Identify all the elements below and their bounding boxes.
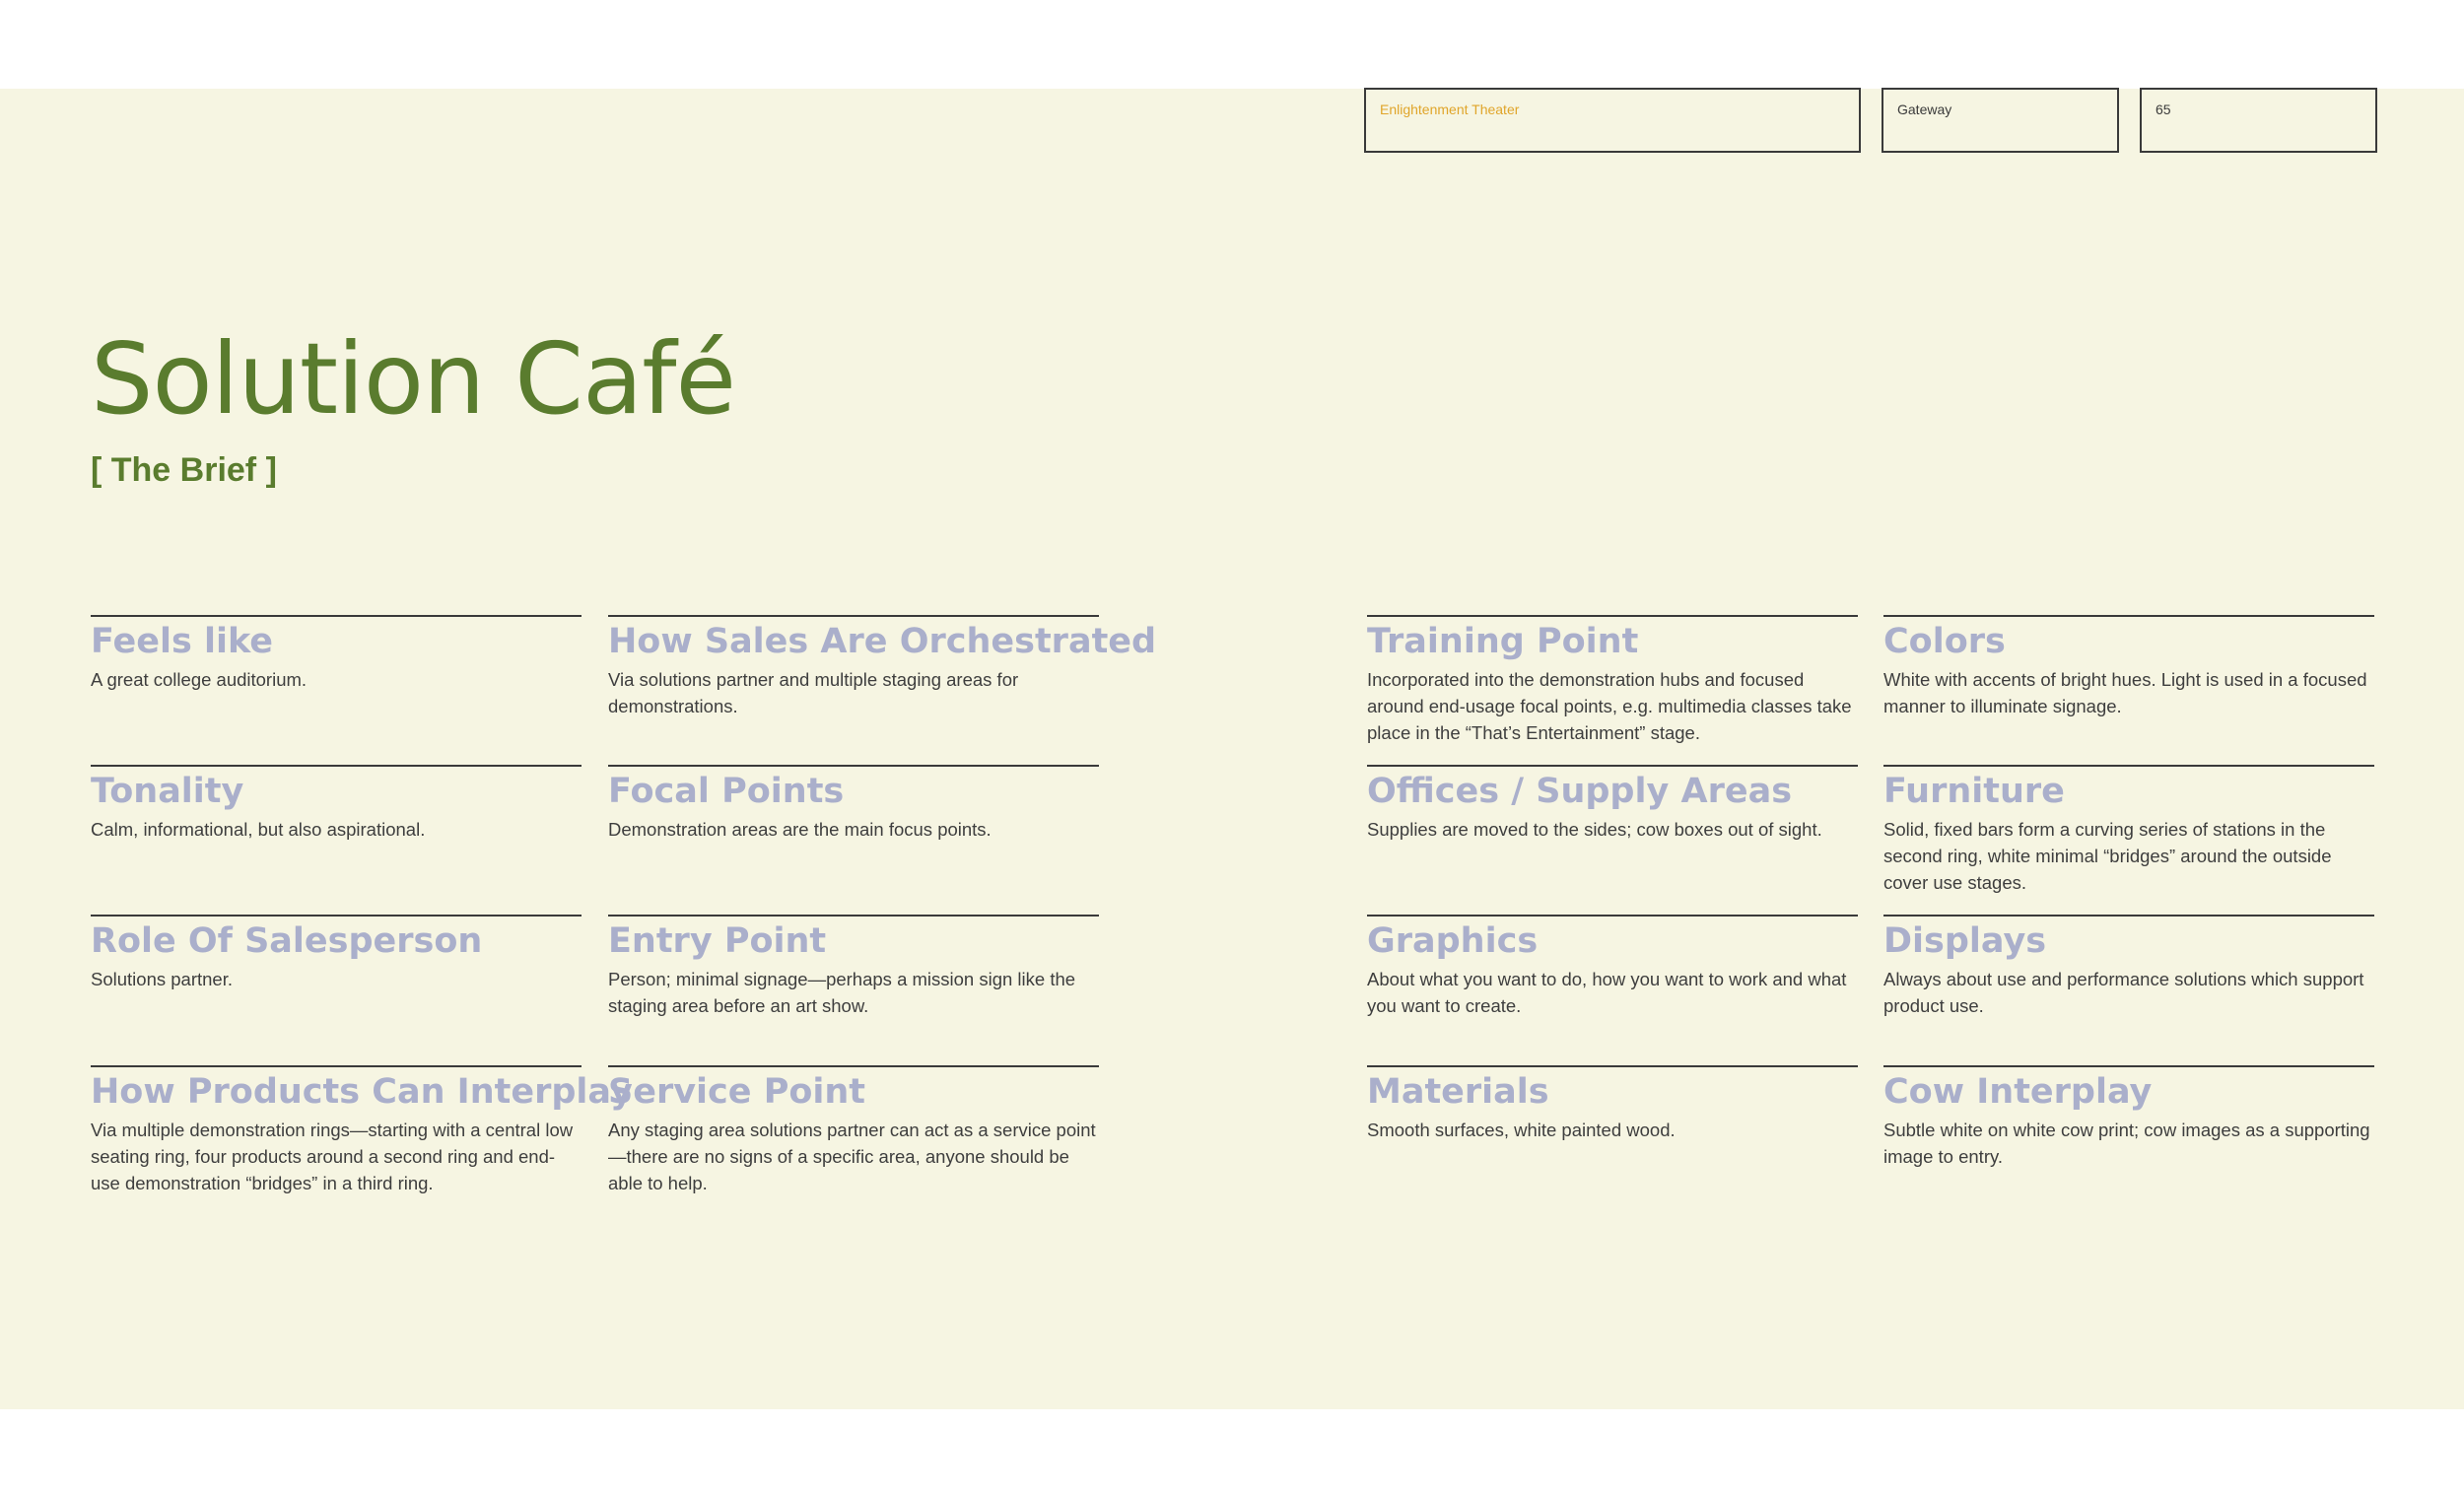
brief-item-body: Always about use and performance solutio… bbox=[1883, 969, 2364, 1016]
brief-item-body: Subtle white on white cow print; cow ima… bbox=[1883, 1120, 2370, 1167]
brief-item-furniture: Furniture Solid, fixed bars form a curvi… bbox=[1883, 765, 2374, 896]
brief-item-heading: Materials bbox=[1367, 1072, 1549, 1112]
brief-item-body: Supplies are moved to the sides; cow box… bbox=[1367, 819, 1822, 840]
brief-item-heading: Offices / Supply Areas bbox=[1367, 772, 1793, 811]
brief-item-body: Solid, fixed bars form a curving series … bbox=[1883, 819, 2332, 893]
brief-item-how-sales-are-orchestrated: How Sales Are Orchestrated Via solutions… bbox=[608, 615, 1157, 719]
brief-item-heading: How Sales Are Orchestrated bbox=[608, 622, 1157, 661]
page-background bbox=[0, 89, 2464, 1409]
brief-item-offices-supply-areas: Offices / Supply Areas Supplies are move… bbox=[1367, 765, 1858, 843]
brief-item-body: Solutions partner. bbox=[91, 969, 233, 989]
brief-item-role-of-salesperson: Role Of Salesperson Solutions partner. bbox=[91, 915, 582, 992]
brief-item-body: Demonstration areas are the main focus p… bbox=[608, 819, 992, 840]
brief-item-cow-interplay: Cow Interplay Subtle white on white cow … bbox=[1883, 1065, 2374, 1170]
brief-item-heading: Focal Points bbox=[608, 772, 845, 811]
brief-item-heading: Furniture bbox=[1883, 772, 2065, 811]
brief-item-training-point: Training Point Incorporated into the dem… bbox=[1367, 615, 1858, 746]
page-title: Solution Café bbox=[91, 321, 736, 437]
brief-item-displays: Displays Always about use and performanc… bbox=[1883, 915, 2374, 1019]
brief-item-focal-points: Focal Points Demonstration areas are the… bbox=[608, 765, 1099, 843]
brief-item-heading: Graphics bbox=[1367, 921, 1539, 961]
brief-item-heading: Entry Point bbox=[608, 921, 827, 961]
page-subtitle: [ The Brief ] bbox=[91, 451, 277, 489]
brief-item-heading: Service Point bbox=[608, 1072, 866, 1112]
brief-item-entry-point: Entry Point Person; minimal signage—perh… bbox=[608, 915, 1099, 1019]
brief-item-body: Calm, informational, but also aspiration… bbox=[91, 819, 426, 840]
brief-item-heading: Tonality bbox=[91, 772, 244, 811]
brief-item-body: Person; minimal signage—perhaps a missio… bbox=[608, 969, 1076, 1016]
brief-item-heading: Colors bbox=[1883, 622, 2006, 661]
header-page-number: 65 bbox=[2140, 88, 2377, 153]
brief-item-body: Via multiple demonstration rings—startin… bbox=[91, 1120, 574, 1193]
brief-item-heading: How Products Can Interplay bbox=[91, 1072, 633, 1112]
brief-item-body: Incorporated into the demonstration hubs… bbox=[1367, 669, 1852, 743]
brief-item-body: A great college auditorium. bbox=[91, 669, 308, 690]
brief-item-heading: Role Of Salesperson bbox=[91, 921, 483, 961]
brief-item-body: Smooth surfaces, white painted wood. bbox=[1367, 1120, 1676, 1140]
header-chapter-tab: Gateway bbox=[1882, 88, 2119, 153]
brief-item-materials: Materials Smooth surfaces, white painted… bbox=[1367, 1065, 1858, 1143]
brief-item-body: About what you want to do, how you want … bbox=[1367, 969, 1847, 1016]
brief-item-tonality: Tonality Calm, informational, but also a… bbox=[91, 765, 582, 843]
brief-item-heading: Cow Interplay bbox=[1883, 1072, 2153, 1112]
brief-item-heading: Training Point bbox=[1367, 622, 1639, 661]
brief-item-body: White with accents of bright hues. Light… bbox=[1883, 669, 2367, 716]
brief-item-graphics: Graphics About what you want to do, how … bbox=[1367, 915, 1858, 1019]
header-section-tab: Enlightenment Theater bbox=[1364, 88, 1861, 153]
brief-item-body: Via solutions partner and multiple stagi… bbox=[608, 669, 1019, 716]
brief-item-colors: Colors White with accents of bright hues… bbox=[1883, 615, 2374, 719]
brief-item-body: Any staging area solutions partner can a… bbox=[608, 1120, 1096, 1193]
brief-item-heading: Displays bbox=[1883, 921, 2047, 961]
brief-item-service-point: Service Point Any staging area solutions… bbox=[608, 1065, 1099, 1196]
brief-item-feels-like: Feels like A great college auditorium. bbox=[91, 615, 582, 693]
brief-item-heading: Feels like bbox=[91, 622, 274, 661]
brief-item-how-products-can-interplay: How Products Can Interplay Via multiple … bbox=[91, 1065, 633, 1196]
